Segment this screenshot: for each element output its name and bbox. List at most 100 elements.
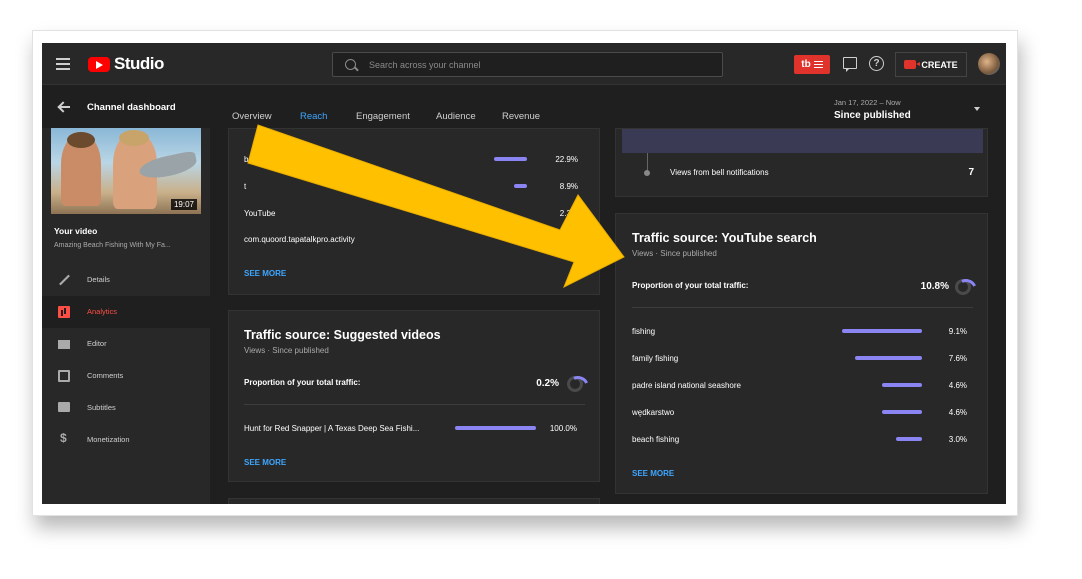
row-label: padre island national seashore: [632, 381, 741, 390]
video-thumbnail[interactable]: 19:07: [51, 128, 201, 214]
row-bar: [494, 157, 527, 161]
divider: [632, 307, 973, 308]
donut-chart-icon: [567, 376, 583, 392]
sidebar-item-comments[interactable]: Comments: [42, 360, 210, 392]
date-range-picker[interactable]: Jan 17, 2022 – Now Since published: [834, 98, 974, 121]
tab-reach[interactable]: Reach: [300, 111, 327, 122]
video-title: Amazing Beach Fishing With My Fa...: [54, 242, 171, 249]
sidebar-item-editor[interactable]: Editor: [42, 328, 210, 360]
tab-engagement[interactable]: Engagement: [356, 111, 410, 122]
row-percent: 100.0%: [549, 424, 577, 433]
row-label: t: [244, 182, 247, 191]
row-percent: 8.9%: [559, 182, 578, 191]
analytics-icon: [58, 306, 70, 318]
sidebar-item-label: Details: [87, 275, 110, 284]
row-bar: [882, 383, 922, 387]
next-card: [228, 498, 600, 504]
notifications-card: Views from bell notifications 7: [615, 128, 988, 197]
highlight-row: [622, 129, 983, 153]
logo-text: Studio: [114, 54, 164, 73]
pencil-icon: [59, 274, 70, 286]
sidebar-item-label: Analytics: [87, 307, 118, 316]
list-icon: [813, 59, 823, 70]
row-percent: 4.6%: [948, 381, 967, 390]
sidebar-item-label: Monetization: [87, 435, 130, 444]
row-percent: 9.1%: [948, 327, 967, 336]
sidebar-item-label: Comments: [87, 371, 124, 380]
studio-logo[interactable]: Studio: [88, 54, 164, 74]
sidebar: 19:07 Your video Amazing Beach Fishing W…: [42, 128, 210, 504]
search-icon: [345, 59, 356, 70]
menu-icon[interactable]: [56, 58, 70, 70]
top-bar: Studio tb ? CREATE: [42, 43, 1006, 85]
row-label: com.quoord.tapatalkpro.activity: [244, 235, 355, 244]
row-bar: [455, 426, 536, 430]
your-video-heading: Your video: [54, 226, 98, 236]
chevron-down-icon[interactable]: [974, 107, 980, 111]
proportion-value: 10.8%: [920, 281, 949, 292]
subtitles-icon: [58, 402, 70, 412]
editor-icon: [58, 340, 70, 349]
youtube-play-icon: [88, 56, 110, 72]
proportion-label: Proportion of your total traffic:: [244, 378, 361, 387]
row-label: YouTube: [244, 209, 276, 218]
suggested-videos-card: Traffic source: Suggested videos Views ·…: [228, 310, 600, 482]
row-label: bo...................com: [244, 155, 311, 164]
external-sources-card: bo...................com 22.9% t 8.9% Yo…: [228, 128, 600, 295]
card-title: Traffic source: YouTube search: [632, 231, 817, 245]
row-bar: [514, 184, 527, 188]
sidebar-item-label: Editor: [87, 339, 107, 348]
row-label: Hunt for Red Snapper | A Texas Deep Sea …: [244, 424, 420, 433]
date-range-dates: Jan 17, 2022 – Now: [834, 98, 901, 107]
row-percent: 2.3%: [559, 209, 578, 218]
tab-overview[interactable]: Overview: [232, 111, 272, 122]
extension-badge[interactable]: tb: [794, 55, 830, 74]
avatar[interactable]: [978, 53, 1000, 75]
studio-window: Studio tb ? CREATE Channel dashboard Ove…: [42, 43, 1006, 504]
bell-notifications-label: Views from bell notifications: [670, 168, 769, 177]
channel-dashboard-link[interactable]: Channel dashboard: [87, 102, 176, 113]
card-subtitle: Views · Since published: [632, 249, 717, 258]
back-arrow-icon[interactable]: [58, 102, 70, 112]
sidebar-item-subtitles[interactable]: Subtitles: [42, 392, 210, 424]
see-more-link[interactable]: SEE MORE: [244, 269, 286, 278]
see-more-link[interactable]: SEE MORE: [244, 458, 286, 467]
create-label: CREATE: [921, 59, 958, 70]
sidebar-item-details[interactable]: Details: [42, 264, 210, 296]
row-percent: 3.0%: [948, 435, 967, 444]
row-label: family fishing: [632, 354, 679, 363]
row-bar: [896, 437, 922, 441]
row-label: wędkarstwo: [632, 408, 675, 417]
feedback-icon[interactable]: [843, 57, 857, 72]
camera-icon: [904, 60, 921, 69]
comments-icon: [58, 370, 70, 382]
timeline-line: [647, 153, 648, 171]
search-bar[interactable]: [332, 52, 723, 77]
sidebar-item-monetization[interactable]: $ Monetization: [42, 424, 210, 456]
create-button[interactable]: CREATE: [895, 52, 967, 77]
extension-badge-label: tb: [801, 59, 811, 70]
see-more-link[interactable]: SEE MORE: [632, 469, 674, 478]
tab-revenue[interactable]: Revenue: [502, 111, 540, 122]
date-range-label: Since published: [834, 110, 911, 121]
divider: [244, 404, 585, 405]
tab-audience[interactable]: Audience: [436, 111, 476, 122]
row-percent: 4.6%: [948, 408, 967, 417]
sidebar-item-analytics[interactable]: Analytics: [42, 296, 210, 328]
row-bar: [855, 356, 922, 360]
proportion-value: 0.2%: [536, 378, 559, 389]
help-icon[interactable]: ?: [869, 56, 884, 71]
dollar-icon: $: [60, 431, 67, 445]
timeline-dot: [644, 170, 650, 176]
donut-chart-icon: [955, 279, 971, 295]
row-percent: 7.6%: [948, 354, 967, 363]
bell-notifications-value: 7: [968, 167, 974, 178]
row-bar: [842, 329, 922, 333]
channel-dashboard-header: Channel dashboard: [42, 86, 210, 128]
row-label: beach fishing: [632, 435, 680, 444]
row-label: fishing: [632, 327, 656, 336]
row-bar: [882, 410, 922, 414]
search-input[interactable]: [369, 59, 709, 70]
youtube-search-card: Traffic source: YouTube search Views · S…: [615, 213, 988, 494]
card-title: Traffic source: Suggested videos: [244, 328, 441, 342]
